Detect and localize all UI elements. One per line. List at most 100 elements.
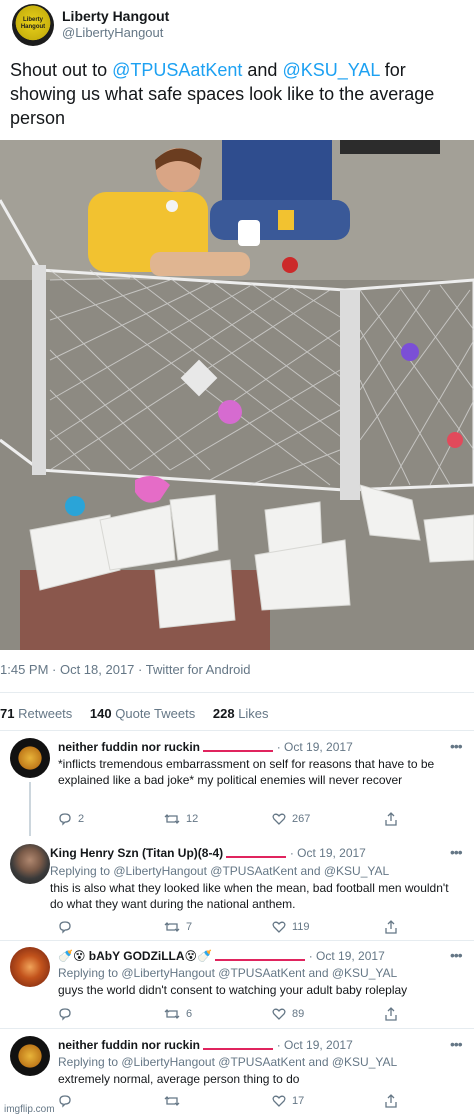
reply-icon bbox=[59, 921, 71, 934]
quote-tweets-stat[interactable]: 140 Quote Tweets bbox=[90, 706, 195, 721]
reply-count: 2 bbox=[78, 813, 85, 825]
like-count: 119 bbox=[292, 921, 310, 933]
replying-to[interactable]: Replying to @LibertyHangout @TPUSAatKent… bbox=[50, 864, 389, 878]
heart-icon bbox=[272, 1008, 286, 1020]
mention-link[interactable]: @TPUSAatKent bbox=[112, 60, 242, 80]
heart-icon bbox=[272, 813, 286, 825]
divider bbox=[0, 692, 474, 693]
share-button[interactable] bbox=[384, 920, 398, 934]
redaction-scribble bbox=[203, 744, 274, 752]
thread-line bbox=[29, 782, 31, 836]
retweet-icon bbox=[164, 1096, 180, 1106]
divider bbox=[0, 1028, 474, 1029]
like-count: 89 bbox=[292, 1008, 305, 1020]
retweet-count: 7 bbox=[186, 921, 193, 933]
reply-icon bbox=[59, 813, 71, 826]
retweet-button[interactable] bbox=[164, 1094, 180, 1108]
reply-author-name: neither fuddin nor ruckin bbox=[58, 1038, 201, 1052]
retweet-button[interactable]: 12 bbox=[164, 812, 198, 826]
photo-illustration bbox=[0, 140, 474, 650]
avatar-logo-text: Liberty Hangout bbox=[20, 17, 46, 30]
mention-link[interactable]: @KSU_YAL bbox=[282, 60, 379, 80]
reply-tweet[interactable]: King Henry Szn (Titan Up)(8-4) · Oct 19,… bbox=[0, 838, 474, 940]
reply-text: extremely normal, average person thing t… bbox=[58, 1072, 300, 1086]
reply-author[interactable]: King Henry Szn (Titan Up)(8-4) · Oct 19,… bbox=[50, 846, 366, 860]
heart-icon bbox=[272, 921, 286, 933]
reply-author[interactable]: 🍼😵 bAbY GODZiLLA😵🍼 · Oct 19, 2017 bbox=[58, 949, 385, 963]
likes-stat[interactable]: 228 Likes bbox=[213, 706, 269, 721]
share-icon bbox=[385, 920, 397, 934]
reply-tweet[interactable]: 🍼😵 bAbY GODZiLLA😵🍼 · Oct 19, 2017 ••• Re… bbox=[0, 941, 474, 1027]
retweets-stat[interactable]: 71 Retweets bbox=[0, 706, 72, 721]
quote-tweets-label: Quote Tweets bbox=[115, 706, 196, 721]
like-button[interactable]: 119 bbox=[272, 920, 310, 934]
share-button[interactable] bbox=[384, 1007, 398, 1021]
reply-date[interactable]: · Oct 19, 2017 bbox=[309, 949, 385, 963]
engagement-stats: 71 Retweets 140 Quote Tweets 228 Likes bbox=[0, 706, 283, 721]
avatar[interactable]: Liberty Hangout bbox=[12, 4, 54, 46]
more-options-icon[interactable]: ••• bbox=[450, 738, 463, 754]
reply-text: this is also what they looked like when … bbox=[50, 881, 449, 911]
redaction-scribble bbox=[226, 850, 287, 858]
reply-author-handle: · Oct 19, 2017 bbox=[226, 846, 366, 860]
retweet-icon bbox=[164, 814, 180, 824]
like-button[interactable]: 89 bbox=[272, 1007, 304, 1021]
reply-date[interactable]: · Oct 19, 2017 bbox=[277, 740, 353, 754]
share-button[interactable] bbox=[384, 812, 398, 826]
tweet-text-part: and bbox=[242, 60, 283, 80]
retweet-icon bbox=[164, 1009, 180, 1019]
redaction-scribble bbox=[203, 1042, 274, 1050]
author-handle[interactable]: @LibertyHangout bbox=[62, 25, 163, 40]
reply-text: guys the world didn't consent to watchin… bbox=[58, 983, 408, 997]
more-options-icon[interactable]: ••• bbox=[450, 947, 463, 963]
more-options-icon[interactable]: ••• bbox=[450, 844, 463, 860]
reply-author-handle: · Oct 19, 2017 bbox=[203, 1038, 353, 1052]
reply-author-handle: · Oct 19, 2017 bbox=[203, 740, 353, 754]
quote-tweets-count: 140 bbox=[89, 706, 112, 721]
tweet-header: Liberty Hangout Liberty Hangout @Liberty… bbox=[10, 4, 470, 46]
reply-icon bbox=[59, 1095, 71, 1108]
author-display-name[interactable]: Liberty Hangout bbox=[62, 8, 169, 24]
avatar[interactable] bbox=[10, 738, 50, 778]
avatar[interactable] bbox=[10, 1036, 50, 1076]
likes-label: Likes bbox=[238, 706, 269, 721]
avatar[interactable] bbox=[10, 947, 50, 987]
reply-author-name: 🍼😵 bAbY GODZiLLA😵🍼 bbox=[58, 949, 213, 963]
likes-count: 228 bbox=[212, 706, 235, 721]
tweet-timestamp[interactable]: 1:45 PM · Oct 18, 2017 · Twitter for And… bbox=[0, 662, 251, 677]
replying-to[interactable]: Replying to @LibertyHangout @TPUSAatKent… bbox=[58, 966, 397, 980]
share-icon bbox=[385, 1094, 397, 1108]
reply-button[interactable]: 2 bbox=[58, 812, 84, 826]
retweet-button[interactable]: 6 bbox=[164, 1007, 192, 1021]
reply-date[interactable]: · Oct 19, 2017 bbox=[277, 1038, 353, 1052]
like-button[interactable]: 17 bbox=[272, 1094, 304, 1108]
reply-icon bbox=[59, 1008, 71, 1021]
avatar[interactable] bbox=[10, 844, 50, 884]
reply-button[interactable] bbox=[58, 920, 72, 934]
retweet-button[interactable]: 7 bbox=[164, 920, 192, 934]
heart-icon bbox=[272, 1095, 286, 1107]
tweet-photo[interactable] bbox=[0, 140, 474, 650]
redaction-scribble bbox=[215, 953, 306, 961]
reply-author[interactable]: neither fuddin nor ruckin · Oct 19, 2017 bbox=[58, 1038, 353, 1052]
retweet-icon bbox=[164, 922, 180, 932]
reply-actions: 2 12 267 bbox=[58, 812, 418, 830]
reply-author[interactable]: neither fuddin nor ruckin · Oct 19, 2017 bbox=[58, 740, 353, 754]
reply-button[interactable] bbox=[58, 1007, 72, 1021]
like-button[interactable]: 267 bbox=[272, 812, 310, 826]
share-button[interactable] bbox=[384, 1094, 398, 1108]
like-count: 267 bbox=[292, 813, 311, 825]
reply-author-name: King Henry Szn (Titan Up)(8-4) bbox=[50, 846, 224, 860]
reply-tweet[interactable]: neither fuddin nor ruckin · Oct 19, 2017… bbox=[0, 732, 474, 836]
more-options-icon[interactable]: ••• bbox=[450, 1036, 463, 1052]
tweet-text-part: Shout out to bbox=[10, 60, 113, 80]
reply-button[interactable] bbox=[58, 1094, 72, 1108]
replying-to[interactable]: Replying to @LibertyHangout @TPUSAatKent… bbox=[58, 1055, 397, 1069]
reply-author-handle: · Oct 19, 2017 bbox=[215, 949, 385, 963]
reply-text: *inflicts tremendous embarrassment on se… bbox=[58, 757, 435, 787]
reply-tweet[interactable]: neither fuddin nor ruckin · Oct 19, 2017… bbox=[0, 1030, 474, 1118]
reply-date[interactable]: · Oct 19, 2017 bbox=[290, 846, 366, 860]
retweets-count: 71 bbox=[0, 706, 15, 721]
like-count: 17 bbox=[292, 1095, 305, 1107]
reply-actions: 17 bbox=[58, 1094, 418, 1112]
